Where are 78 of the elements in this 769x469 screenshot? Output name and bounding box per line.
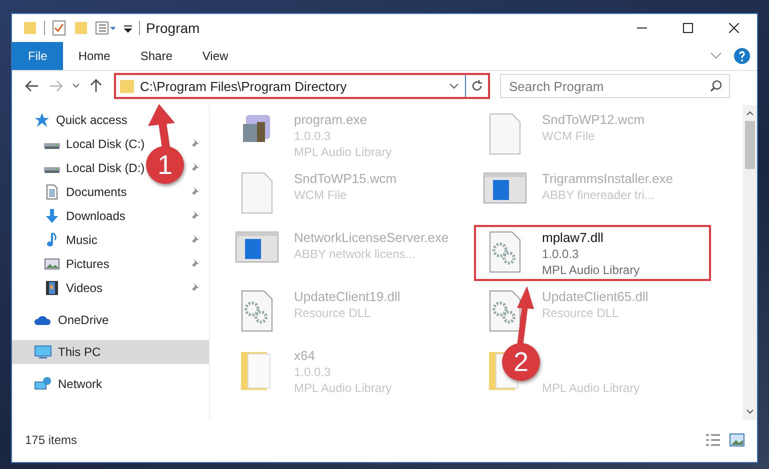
file-name: x64 (294, 348, 316, 364)
chevron-down-icon[interactable] (449, 83, 459, 89)
file-detail: 1.0.0.3 (294, 364, 332, 380)
close-button[interactable] (729, 23, 739, 33)
address-path: C:\Program Files\Program Directory (140, 78, 348, 94)
nav-item[interactable]: Network (58, 377, 102, 391)
file-detail: WCM File (294, 187, 348, 203)
image-icon (44, 256, 60, 272)
properties-icon[interactable] (95, 20, 117, 36)
file-detail: MPL Audio Library (542, 380, 640, 396)
file-name: SndToWP15.wcm (294, 171, 397, 187)
chevron-down-icon[interactable] (72, 83, 80, 89)
document-icon (44, 184, 60, 200)
nav-item[interactable]: Music (66, 233, 98, 247)
help-icon[interactable] (734, 48, 750, 64)
window-title: Program (146, 20, 201, 36)
chevron-down-icon[interactable] (746, 408, 754, 416)
ribbon-tab[interactable]: Home (63, 42, 126, 70)
number-badge: 1 (146, 146, 184, 184)
item-count: 175 items (25, 433, 78, 447)
gears-file-icon (488, 289, 522, 333)
refresh-icon (471, 80, 483, 92)
number-badge: 2 (502, 343, 540, 381)
chevron-up-icon[interactable] (746, 109, 754, 117)
file-detail: MPL Audio Library (294, 380, 392, 396)
file-icon (240, 171, 274, 215)
scrollbar-thumb[interactable] (745, 121, 755, 169)
drive-icon (44, 143, 60, 149)
file-detail: 1.0.0.3 (542, 246, 580, 262)
file-name: mplaw7.dll (542, 230, 604, 246)
folder-icon (120, 78, 134, 94)
nav-item[interactable]: Pictures (66, 257, 110, 271)
file-name: SndToWP12.wcm (542, 112, 645, 128)
drive-icon (44, 167, 60, 173)
scrollbar[interactable] (743, 105, 757, 420)
checklist-icon[interactable] (51, 20, 67, 36)
details-view-icon[interactable] (705, 433, 721, 447)
up-arrow-icon[interactable] (90, 79, 102, 93)
file-name: NetworkLicenseServer.exe (294, 230, 449, 246)
file-detail: 1.0.0.3 (294, 128, 332, 144)
file-detail: ABBY network licens... (294, 246, 416, 262)
gears-file-icon (240, 289, 274, 333)
file-name: UpdateClient65.dll (542, 289, 648, 305)
nav-item[interactable]: Local Disk (C:) (66, 137, 145, 151)
address-bar[interactable]: C:\Program Files\Program Directory (114, 73, 490, 99)
nav-item[interactable]: Videos (66, 281, 102, 295)
file-detail: MPL Audio Library (542, 262, 640, 278)
gears-file-icon (488, 230, 522, 274)
ribbon-tab[interactable]: View (187, 42, 244, 70)
file-name: program.exe (294, 112, 368, 128)
selected-nav-item[interactable]: This PC (12, 340, 209, 364)
nav-item[interactable]: Downloads (66, 209, 126, 223)
file-detail: Resource DLL (542, 305, 620, 321)
file-detail: Resource DLL (294, 305, 372, 321)
nav-item[interactable]: Quick access (56, 113, 128, 127)
maximize-button[interactable] (683, 23, 693, 33)
nav-item[interactable]: OneDrive (58, 313, 109, 327)
star-icon (34, 112, 50, 128)
network-icon (34, 376, 52, 392)
file-detail: ABBY finereader tri... (542, 187, 656, 203)
download-icon (44, 208, 60, 224)
file-detail: WCM File (542, 128, 596, 144)
file-detail: MPL Audio Library (294, 144, 392, 160)
monitor-icon (34, 344, 52, 360)
nav-item[interactable]: Local Disk (D:) (66, 161, 145, 175)
file-name: TrigrammsInstaller.exe (542, 171, 673, 187)
thumbnail-view-icon[interactable] (729, 433, 745, 447)
file-menu-tab[interactable]: File (12, 42, 64, 70)
ribbon-tab[interactable]: Share (125, 42, 188, 70)
file-name: UpdateClient19.dll (294, 289, 400, 305)
back-arrow-icon[interactable] (25, 80, 39, 92)
selected-file-tile[interactable]: mplaw7.dll 1.0.0.3 MPL Audio Library (474, 225, 711, 281)
file-icon (488, 112, 522, 156)
nav-item[interactable]: Documents (66, 185, 127, 199)
window-icon (235, 230, 279, 264)
window-icon (483, 171, 527, 205)
film-icon (44, 280, 60, 296)
search-field[interactable]: Search Program (500, 74, 730, 98)
